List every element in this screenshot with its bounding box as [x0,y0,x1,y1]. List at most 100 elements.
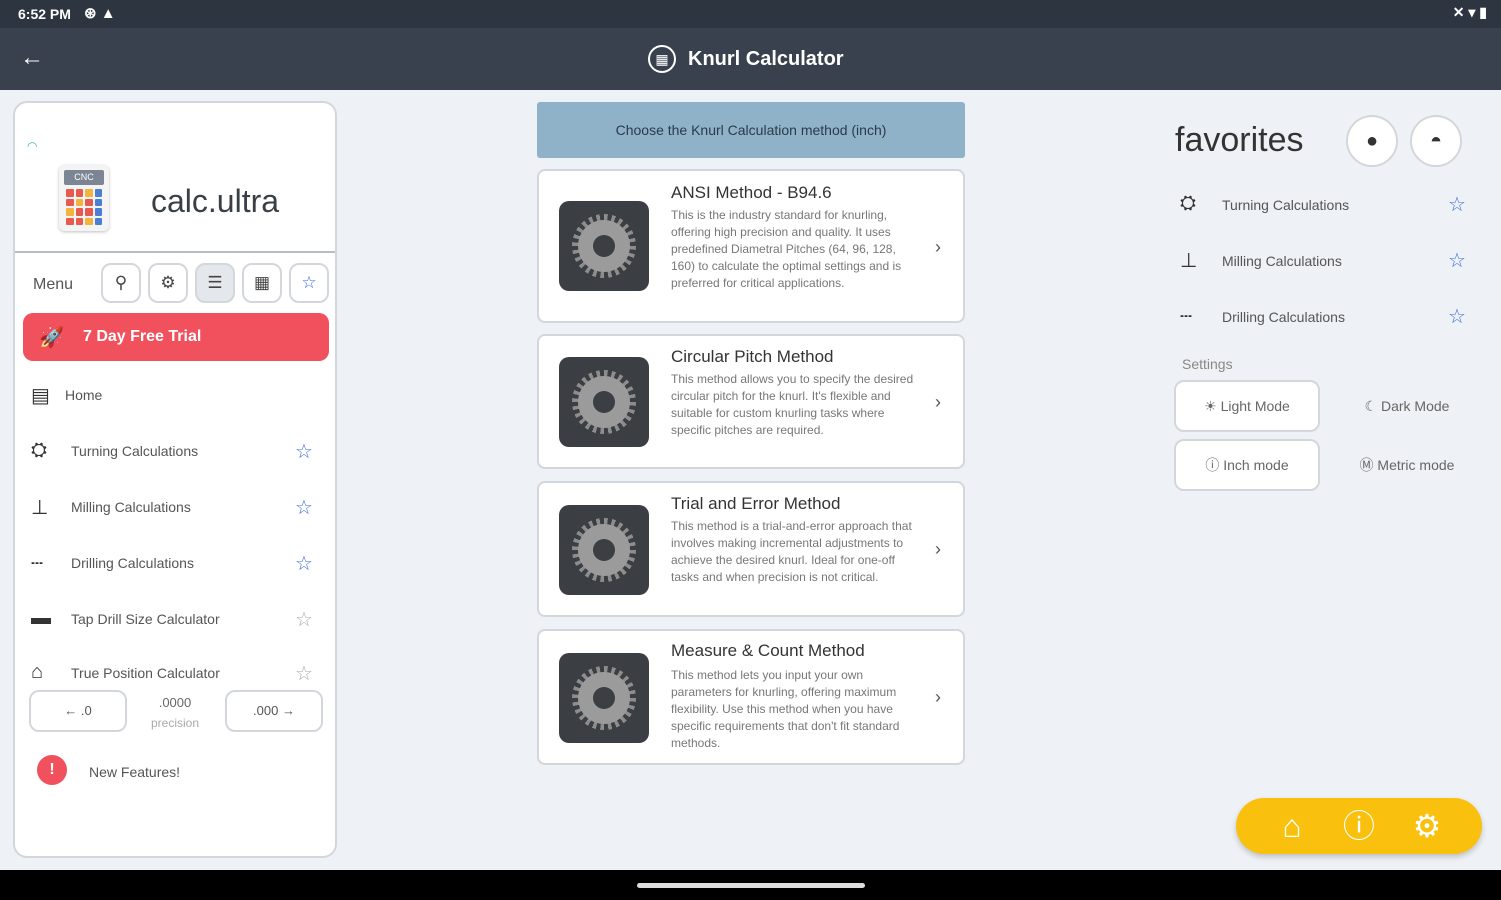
star-icon: ☆ [301,273,317,292]
star-icon[interactable]: ☆ [1448,192,1466,217]
sidebar-item-home[interactable]: ▤ Home [15,375,335,415]
star-icon[interactable]: ☆ [1448,248,1466,273]
app-logo: CNC [59,165,109,231]
metric-mode-label: Metric mode [1377,457,1455,473]
dark-mode-label: Dark Mode [1380,398,1450,414]
sidebar-item-tap-drill[interactable]: ▬ Tap Drill Size Calculator ☆ [15,599,335,639]
inch-mode-label: Inch mode [1223,457,1289,473]
gear-icon: ⚙ [160,273,176,292]
info-icon[interactable]: ⓘ [1339,806,1379,846]
method-description: This is the industry standard for knurli… [671,208,902,290]
method-title: Measure & Count Method [671,641,865,660]
tap-icon: ▬ [31,607,51,629]
knurl-wheel-icon [559,653,649,743]
moon-icon: ☾ [1364,398,1381,414]
sidebar-item-turning[interactable]: ⛭ Turning Calculations ☆ [15,431,335,471]
back-arrow-icon[interactable]: ← [20,44,44,72]
status-bar: 6:52 PM ⊛ ▲ ✕ ▾ ▮ [0,0,1501,28]
sun-icon: ☀ [1204,398,1221,414]
brand-name: calc.ultra [151,183,280,219]
star-icon[interactable]: ☆ [295,439,313,464]
new-features-label: New Features! [89,764,181,780]
list-icon: ☰ [207,273,223,292]
knurl-logo-icon: ▦ [648,45,676,73]
method-description: This method lets you input your own para… [671,668,900,750]
app-bar: ← ▦ Knurl Calculator [0,28,1501,90]
settings-label: Settings [1182,356,1233,372]
sidebar-divider [15,251,335,253]
precision-increase-button[interactable]: .000 → [225,690,323,732]
light-mode-button[interactable]: ☀ Light Mode [1174,380,1320,432]
favorites-button[interactable]: ☆ [289,263,329,303]
sidebar-item-label: Turning Calculations [71,443,199,459]
app-title: Knurl Calculator [688,47,844,70]
logo-badge: CNC [64,170,104,185]
calculator-keys-icon [66,189,102,225]
star-outline-icon[interactable]: ☆ [295,661,313,681]
apple-icon: ● [1365,129,1379,152]
inch-mode-button[interactable]: ⓘ Inch mode [1174,439,1320,491]
chevron-right-icon: › [935,687,941,707]
favorite-item-label: Milling Calculations [1222,253,1342,269]
sidebar-item-true-position[interactable]: ⌂ True Position Calculator ☆ [15,653,335,681]
precision-decrease-button[interactable]: ← .0 [29,690,127,732]
chevron-right-icon: › [935,237,941,257]
true-position-icon: ⌂ [31,661,44,681]
favorite-item-drilling[interactable]: ┄ Drilling Calculations ☆ [1180,300,1475,336]
method-title: ANSI Method - B94.6 [671,183,832,202]
method-card-measure-count[interactable]: Measure & Count Method This method lets … [537,629,965,765]
metric-icon: Ⓜ [1359,457,1378,473]
wifi-icon: ◠ [27,139,38,153]
favorite-item-label: Drilling Calculations [1222,309,1345,325]
settings-tool-button[interactable]: ⚙ [148,263,188,303]
grid-icon: ▦ [253,273,271,292]
method-card-ansi[interactable]: ANSI Method - B94.6 This is the industry… [537,169,965,323]
apple-platform-button[interactable]: ● [1346,115,1398,167]
free-trial-button[interactable]: 🚀 7 Day Free Trial [23,313,329,361]
favorite-item-label: Turning Calculations [1222,197,1350,213]
star-icon[interactable]: ☆ [1448,304,1466,329]
new-features-item[interactable]: ! New Features! [37,755,237,789]
lathe-chuck-icon: ⛭ [1180,192,1196,214]
alert-icon: ! [37,755,67,785]
system-status-icons: ✕ ▾ ▮ [1452,4,1487,20]
method-card-circular-pitch[interactable]: Circular Pitch Method This method allows… [537,334,965,469]
favorite-item-turning[interactable]: ⛭ Turning Calculations ☆ [1180,188,1475,224]
app-title-group: ▦ Knurl Calculator [648,45,844,73]
method-header[interactable]: Choose the Knurl Calculation method (inc… [537,102,965,158]
status-time: 6:52 PM [18,6,71,22]
knurl-wheel-icon [559,505,649,595]
star-icon[interactable]: ☆ [295,551,313,576]
sidebar-item-label: Milling Calculations [71,499,191,515]
trial-label: 7 Day Free Trial [83,328,202,345]
list-view-button[interactable]: ☰ [195,263,235,303]
android-platform-button[interactable]: ◓ [1410,115,1462,167]
sidebar-item-label: True Position Calculator [71,665,220,681]
star-icon[interactable]: ☆ [295,495,313,520]
search-button[interactable]: ⚲ [101,263,141,303]
home-icon[interactable]: ⌂ [1272,806,1312,846]
dark-mode-button[interactable]: ☾ Dark Mode [1334,380,1480,432]
sidebar-item-milling[interactable]: ⊥ Milling Calculations ☆ [15,487,335,527]
sidebar-item-label: Home [65,387,103,403]
mill-icon: ⊥ [1180,250,1198,272]
method-card-trial-error[interactable]: Trial and Error Method This method is a … [537,481,965,617]
grid-view-button[interactable]: ▦ [242,263,282,303]
sidebar-item-label: Tap Drill Size Calculator [71,611,220,627]
precision-value: .0000 [158,695,192,710]
star-outline-icon[interactable]: ☆ [295,607,313,632]
android-icon: ◓ [1429,129,1443,152]
sidebar-item-drilling[interactable]: ┄ Drilling Calculations ☆ [15,543,335,583]
light-mode-label: Light Mode [1220,398,1290,414]
home-gesture-pill[interactable] [637,883,865,888]
system-nav-bar [0,870,1501,900]
floating-action-bar: ⌂ ⓘ ⚙ [1236,798,1482,854]
gear-icon[interactable]: ⚙ [1407,806,1447,846]
mill-icon: ⊥ [31,497,49,519]
sidebar-scroll-clip: ⌂ True Position Calculator ☆ [15,653,335,681]
metric-mode-button[interactable]: Ⓜ Metric mode [1334,439,1480,491]
notification-icons: ⊛ ▲ [84,5,116,22]
chevron-right-icon: › [935,539,941,559]
favorite-item-milling[interactable]: ⊥ Milling Calculations ☆ [1180,244,1475,280]
favorites-title: favorites [1175,121,1304,159]
